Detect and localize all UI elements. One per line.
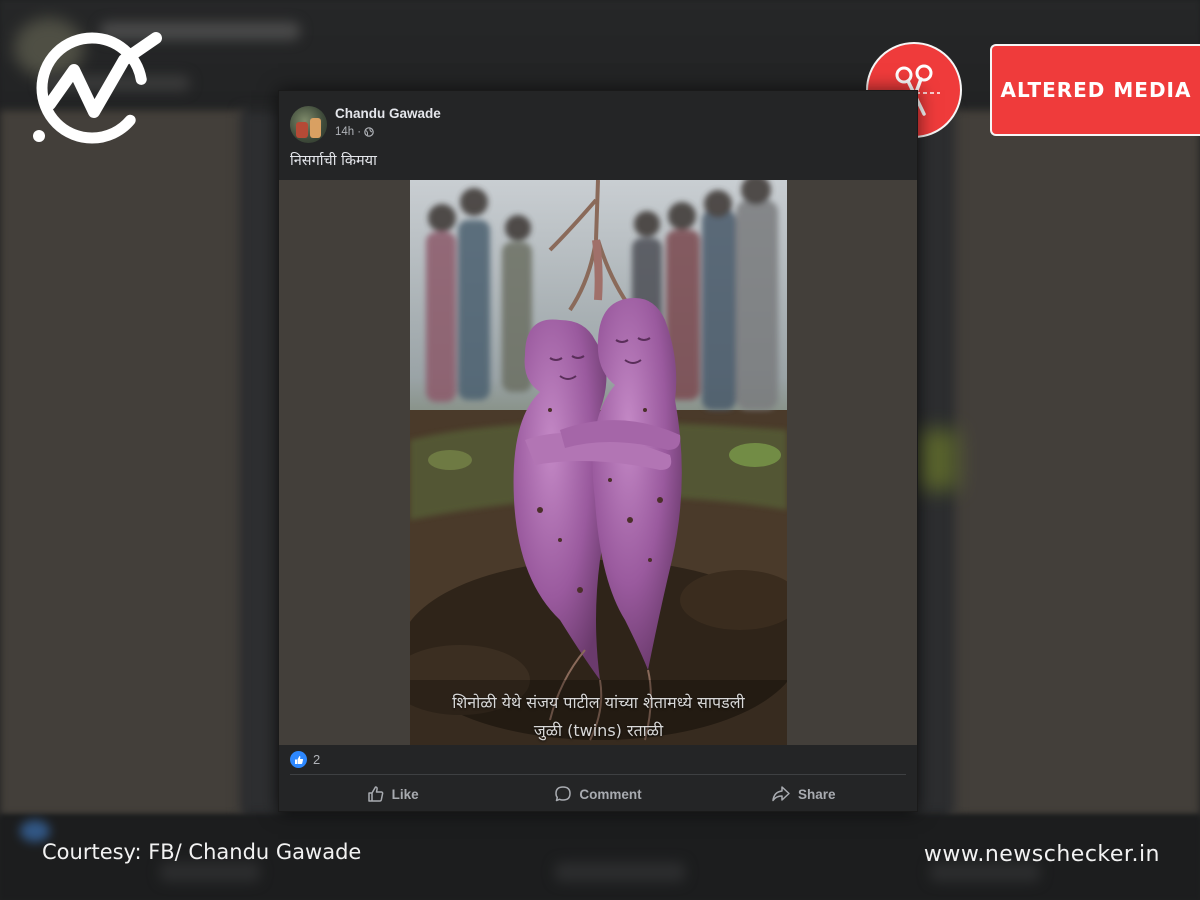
like-button[interactable]: Like [290,778,495,810]
blurred-left-panel [0,110,245,815]
author-avatar[interactable] [290,106,327,143]
time-separator: · [357,126,362,138]
thumbs-up-icon [367,786,384,802]
twin-sweet-potato-image[interactable]: शिनोळी येथे संजय पाटील यांच्या शेतामध्ये… [410,180,787,745]
like-reaction-icon [290,751,307,768]
like-label: Like [391,786,419,802]
comment-button[interactable]: Comment [495,778,700,810]
facebook-post: Chandu Gawade 14h · निसर्गाची किमया शिनो… [278,90,918,812]
time-label[interactable]: 14h [335,126,354,138]
altered-media-badge: ALTERED MEDIA [990,44,1200,136]
comment-label: Comment [579,786,642,802]
courtesy-caption: Courtesy: FB/ Chandu Gawade [42,840,362,864]
blurred-like-icon [20,820,50,842]
post-timestamp: 14h · [335,126,374,138]
blurred-action [555,862,685,882]
comment-bubble-icon [555,786,572,802]
author-name[interactable]: Chandu Gawade [335,106,441,121]
post-caption: निसर्गाची किमया [290,153,377,169]
share-arrow-icon [772,786,790,802]
share-label: Share [798,786,836,802]
reaction-count: 2 [313,752,321,767]
blurred-right-panel [948,110,1200,815]
media-subtitle-line2: जुळी (twins) रताळी [533,721,664,740]
media-subtitle-line1: शिनोळी येथे संजय पाटील यांच्या शेतामध्ये… [452,693,745,712]
actions-divider [290,774,906,775]
blurred-action [160,862,260,882]
post-actions: Like Comment Share [290,778,906,810]
share-button[interactable]: Share [701,778,906,810]
post-media[interactable]: शिनोळी येथे संजय पाटील यांच्या शेतामध्ये… [279,180,917,745]
newschecker-logo [28,30,168,150]
reaction-summary[interactable]: 2 [290,751,320,768]
altered-media-label: ALTERED MEDIA [1000,78,1192,102]
sweet-potato-illustration [410,180,787,745]
globe-icon [364,127,374,137]
website-url[interactable]: www.newschecker.in [924,842,1160,867]
media-subtitle: शिनोळी येथे संजय पाटील यांच्या शेतामध्ये… [410,689,787,745]
blurred-plant [918,430,958,490]
newschecker-check-logo-icon [33,32,162,144]
blurred-left-edge [240,110,280,815]
